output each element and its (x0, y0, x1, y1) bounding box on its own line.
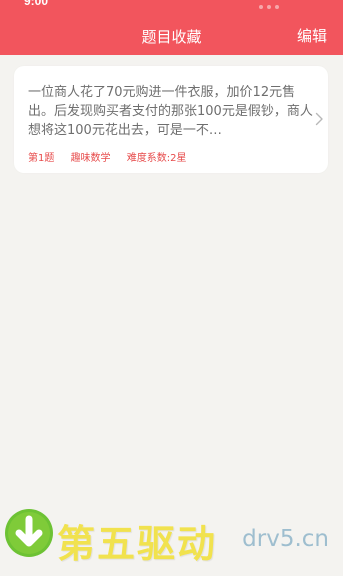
question-category: 趣味数学 (70, 153, 111, 164)
chevron-right-icon (315, 112, 323, 126)
app-header: 9:00 题目收藏 编辑 (0, 0, 343, 55)
download-arrow-icon (5, 509, 53, 557)
status-bar-time: 9:00 (24, 0, 49, 8)
watermark: 第五驱动 drv5.cn (2, 507, 343, 567)
edit-button[interactable]: 编辑 (297, 25, 327, 46)
page-title: 题目收藏 (141, 28, 202, 46)
question-difficulty: 难度系数:2星 (126, 153, 187, 164)
watermark-url: drv5.cn (242, 526, 329, 552)
question-preview-text: 一位商人花了70元购进一件衣服，加价12元售出。后发现购买者支付的那张100元是… (28, 85, 313, 138)
watermark-brand: 第五驱动 (57, 522, 218, 566)
question-meta: 第1题 趣味数学 难度系数:2星 (28, 149, 199, 164)
favorite-question-card[interactable]: 一位商人花了70元购进一件衣服，加价12元售出。后发现购买者支付的那张100元是… (14, 66, 328, 173)
question-number: 第1题 (28, 153, 55, 164)
